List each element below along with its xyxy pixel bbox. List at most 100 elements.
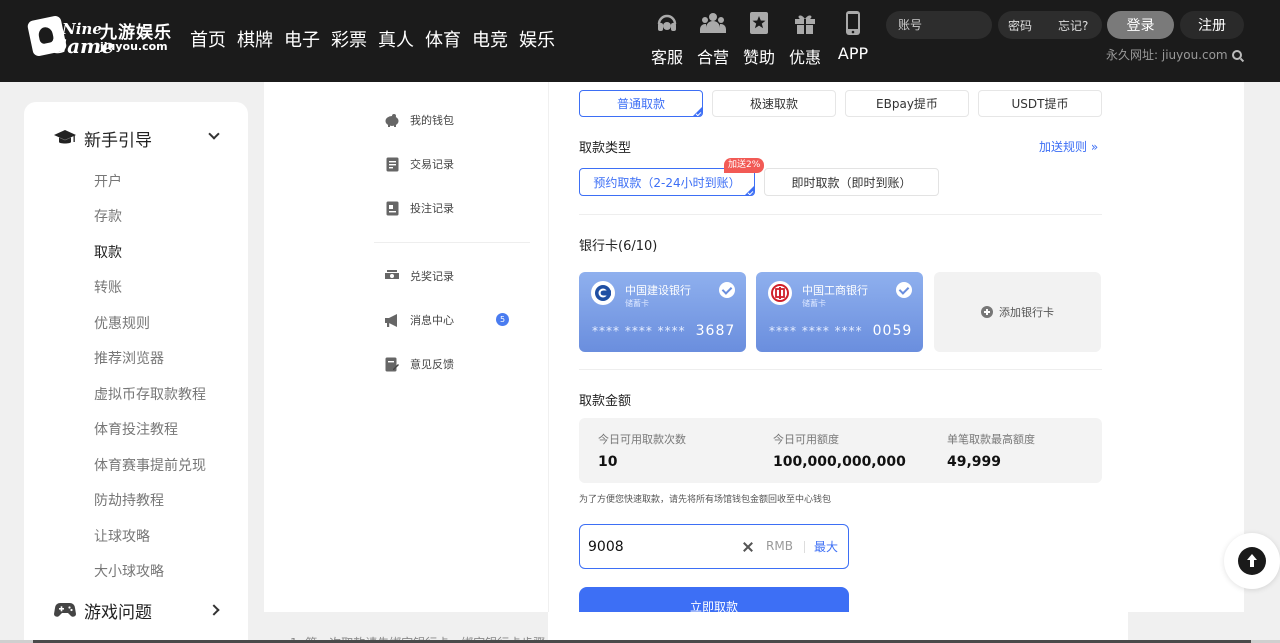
gift-icon [786,10,824,36]
menu-divider [374,242,530,243]
menu-feedback[interactable]: 意见反馈 [384,354,524,374]
bank-card-type: 储蓄卡 [625,299,649,308]
withdraw-amount-title: 取款金额 [579,394,632,409]
quick-app[interactable]: APP [832,10,874,68]
type-instant-withdraw[interactable]: 即时取款（即时到账） [764,168,939,196]
game-section-title: 游戏问题 [84,602,152,623]
guide-item-browser[interactable]: 推荐浏览器 [94,348,164,368]
guide-item-deposit[interactable]: 存款 [94,206,122,226]
password-field[interactable]: 密码 忘记? [998,11,1102,39]
password-label: 密码 [1008,19,1033,33]
guide-section-title: 新手引导 [84,130,152,151]
permanent-domain: 永久网址: jiuyou.com [1106,46,1242,63]
icbc-logo-icon [768,281,792,305]
partners-icon [694,10,732,36]
prize-icon [384,268,400,284]
nav-esports[interactable]: 电竞 [472,26,508,52]
bank-card-icbc[interactable]: 中国工商银行 储蓄卡 **** **** **** 0059 [756,272,923,352]
selected-check-icon [896,282,912,298]
guide-item-handicap[interactable]: 让球攻略 [94,526,150,546]
main-nav: 首页 棋牌 电子 彩票 真人 体育 电竞 娱乐 [190,26,555,52]
menu-prizes-label: 兑奖记录 [410,270,454,283]
menu-prizes[interactable]: 兑奖记录 [384,266,524,286]
quick-links: 客服 合营 赞助 优惠 APP [648,10,874,68]
arrow-up-icon [1238,547,1266,575]
withdraw-type-title: 取款类型 [579,141,632,156]
game-section-header[interactable]: 游戏问题 [54,598,220,623]
quick-partner[interactable]: 合营 [694,10,732,68]
quick-service[interactable]: 客服 [648,10,686,68]
guide-section-header[interactable]: 新手引导 [54,126,220,151]
nav-home[interactable]: 首页 [190,26,226,52]
quick-promo-label: 优惠 [788,48,821,67]
menu-feedback-label: 意见反馈 [410,358,454,371]
card-last4: 0059 [872,323,913,339]
guide-item-withdraw[interactable]: 取款 [94,242,122,262]
nav-chess[interactable]: 棋牌 [237,26,273,52]
withdraw-limits: 今日可用取款次数 10 今日可用额度 100,000,000,000 单笔取款最… [579,418,1102,483]
card-mask: **** **** **** [592,324,686,338]
tab-normal-withdraw[interactable]: 普通取款 [579,90,703,117]
stat-label-times: 今日可用取款次数 [598,433,686,446]
quick-app-label: APP [837,44,869,63]
menu-my-wallet-label: 我的钱包 [410,114,454,127]
menu-my-wallet[interactable]: 我的钱包 [384,110,524,130]
tab-ebpay[interactable]: EBpay提币 [845,90,969,117]
bonus-rules-link[interactable]: 加送规则 » [1039,138,1098,155]
add-bank-card-button[interactable]: 添加银行卡 [934,272,1101,352]
quick-sponsor[interactable]: 赞助 [740,10,778,68]
selected-check-icon [719,282,735,298]
feedback-icon [384,356,400,372]
amount-field[interactable]: RMB 最大 [579,524,849,569]
amount-input[interactable] [588,537,728,557]
forgot-password-link[interactable]: 忘记? [1058,17,1088,34]
guide-item-promo-rules[interactable]: 优惠规则 [94,313,150,333]
register-button[interactable]: 注册 [1180,11,1244,39]
nav-lottery[interactable]: 彩票 [331,26,367,52]
menu-transactions[interactable]: 交易记录 [384,154,524,174]
guide-item-early-cashout[interactable]: 体育赛事提前兑现 [94,455,206,475]
logo-domain: jiuyou.com [100,40,168,53]
menu-bets[interactable]: 投注记录 [384,198,524,218]
content-footer-area [548,612,1128,643]
guide-item-open-account[interactable]: 开户 [94,171,122,191]
phone-icon [832,10,874,36]
bank-card-ccb[interactable]: 中国建设银行 储蓄卡 **** **** **** 3687 [579,272,746,352]
search-icon [1231,50,1242,60]
nav-electronic[interactable]: 电子 [284,26,320,52]
guide-item-anti-hijack[interactable]: 防劫持教程 [94,490,164,510]
top-header: Nine Game 九游娱乐 jiuyou.com 首页 棋牌 电子 彩票 真人… [0,0,1280,82]
menu-messages-label: 消息中心 [410,314,454,327]
nav-entertainment[interactable]: 娱乐 [519,26,555,52]
tab-fast-withdraw[interactable]: 极速取款 [712,90,836,117]
quick-promo[interactable]: 优惠 [786,10,824,68]
currency-label: RMB [766,539,793,553]
brand-logo[interactable]: Nine Game 九游娱乐 jiuyou.com [26,14,171,58]
menu-transactions-label: 交易记录 [410,158,454,171]
divider [579,369,1102,370]
bank-name: 中国工商银行 [802,284,868,297]
scroll-to-top-button[interactable] [1224,533,1280,589]
guide-item-over-under[interactable]: 大小球攻略 [94,561,164,581]
message-count-badge: 5 [496,313,509,326]
guide-item-transfer[interactable]: 转账 [94,277,122,297]
guide-item-crypto-tutorial[interactable]: 虚拟币存取款教程 [94,384,206,404]
account-input[interactable] [886,11,992,39]
separator [804,541,805,553]
menu-messages[interactable]: 消息中心 5 [384,310,524,330]
close-icon[interactable] [741,540,755,554]
recycle-wallet-hint: 为了方便您快速取款，请先将所有场馆钱包金额回收至中心钱包 [579,495,832,505]
nav-live[interactable]: 真人 [378,26,414,52]
bet-record-icon [384,200,400,216]
guide-item-sports-betting[interactable]: 体育投注教程 [94,419,178,439]
type-scheduled-label: 预约取款（2-24小时到账） [593,175,741,190]
stat-label-quota: 今日可用额度 [773,433,839,446]
max-amount-button[interactable]: 最大 [814,538,838,555]
login-button[interactable]: 登录 [1107,11,1174,39]
bank-card-number: **** **** **** 3687 [592,323,735,339]
tab-usdt[interactable]: USDT提币 [978,90,1102,117]
ccb-logo-icon [591,281,615,305]
nav-sports[interactable]: 体育 [425,26,461,52]
quick-service-label: 客服 [650,48,683,67]
receipt-icon [384,156,400,172]
